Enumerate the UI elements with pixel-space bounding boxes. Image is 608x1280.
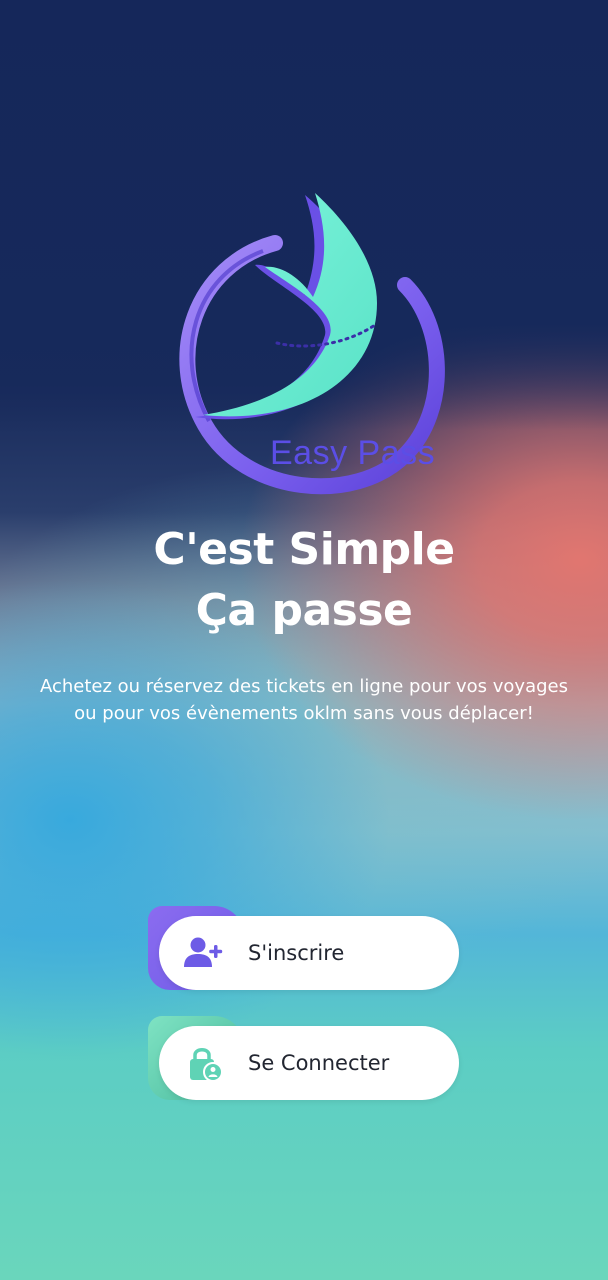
signup-button-group: S'inscrire xyxy=(148,906,460,990)
headline-line-1: C'est Simple xyxy=(153,524,455,575)
headline-line-2: Ça passe xyxy=(195,585,413,636)
signup-button-label: S'inscrire xyxy=(248,941,345,965)
login-button-group: Se Connecter xyxy=(148,1016,460,1100)
signup-button[interactable]: S'inscrire xyxy=(159,916,459,990)
subtitle-line-2: ou pour vos évènements oklm sans vous dé… xyxy=(74,703,534,724)
subtitle-line-1: Achetez ou réservez des tickets en ligne… xyxy=(39,676,568,697)
lock-user-icon xyxy=(183,1045,223,1081)
login-button-label: Se Connecter xyxy=(248,1051,390,1075)
login-button[interactable]: Se Connecter xyxy=(159,1026,459,1100)
brand-name: Easy Pass xyxy=(270,434,436,472)
welcome-screen: Easy Pass C'est Simple Ça passe Achetez … xyxy=(0,0,608,1280)
user-plus-icon xyxy=(183,935,223,971)
